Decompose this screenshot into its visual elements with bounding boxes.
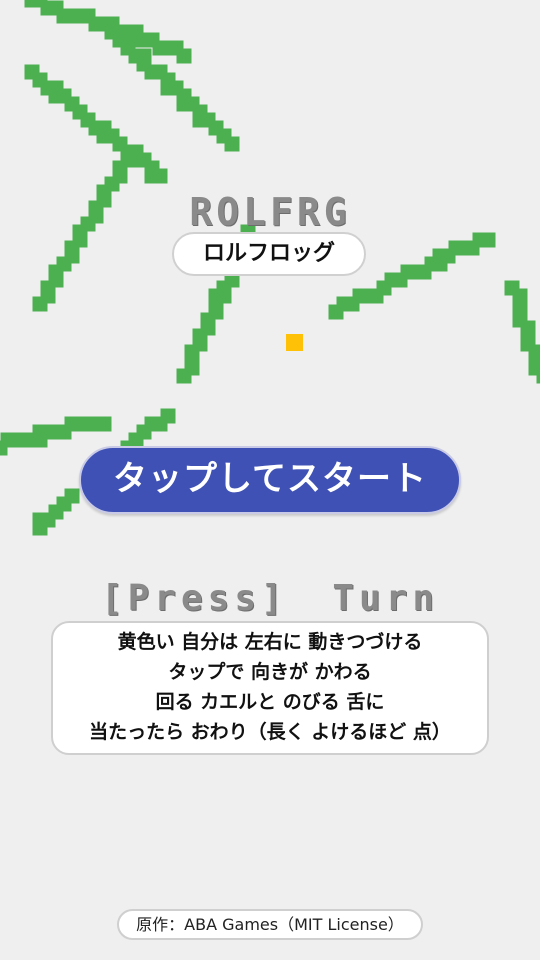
credit-badge: 原作：ABA Games（MIT License） xyxy=(117,909,423,940)
instruction-line-3: 回る カエルと のびる 舌に xyxy=(155,691,385,713)
tongue-segment xyxy=(176,368,192,384)
player-square xyxy=(286,334,303,351)
tongue-segment xyxy=(536,368,540,384)
game-title-english: ROLFRG xyxy=(189,190,351,234)
instruction-line-4: 当たったら おわり（長く よけるほど 点） xyxy=(89,721,451,743)
instructions-panel: 黄色い 自分は 左右に 動きつづける タップで 向きが かわる 回る カエルと … xyxy=(51,621,489,755)
tongue-segment xyxy=(176,48,192,64)
tongue-segment xyxy=(32,296,48,312)
instruction-line-2: タップで 向きが かわる xyxy=(168,661,372,683)
tongue-segment xyxy=(480,232,496,248)
control-hint: [Press] Turn xyxy=(100,578,440,619)
game-title-japanese: ロルフロッグ xyxy=(172,232,366,276)
tongue-segment xyxy=(224,136,240,152)
tongue-segment xyxy=(152,168,168,184)
tongue-segment xyxy=(96,416,112,432)
instruction-line-1: 黄色い 自分は 左右に 動きつづける xyxy=(117,631,423,653)
tongue-segment xyxy=(32,520,48,536)
start-button[interactable]: タップしてスタート xyxy=(79,446,461,514)
